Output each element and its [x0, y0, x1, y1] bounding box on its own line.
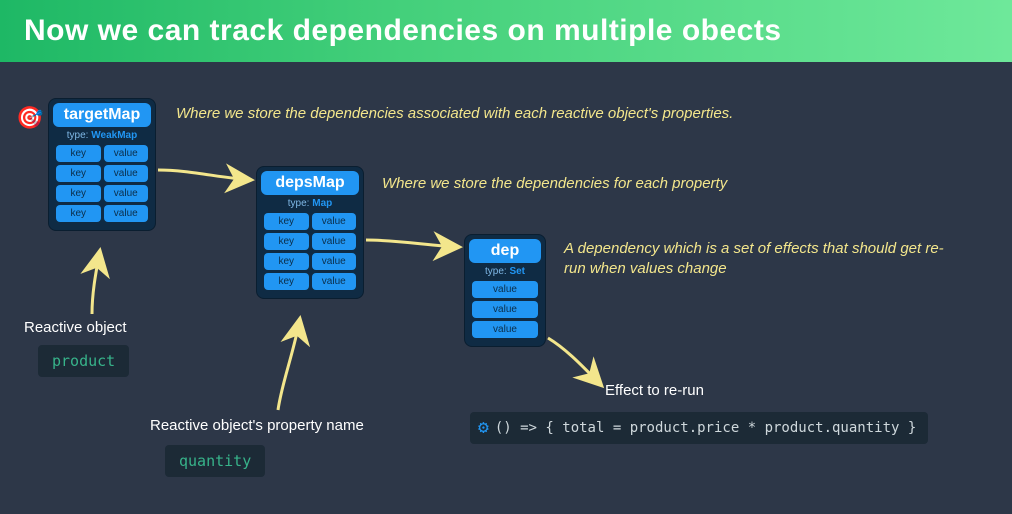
- dep-title: dep: [469, 239, 541, 263]
- depsmap-box: depsMap type: Map keyvalue keyvalue keyv…: [256, 166, 364, 299]
- dep-rows: value value value: [469, 281, 541, 338]
- diagram-canvas: 🎯 targetMap type: WeakMap keyvalue keyva…: [0, 62, 1012, 514]
- dep-type: type: Set: [469, 266, 541, 277]
- table-row: keyvalue: [264, 253, 356, 270]
- depsmap-title: depsMap: [261, 171, 359, 195]
- targetmap-desc: Where we store the dependencies associat…: [176, 104, 916, 124]
- targetmap-box: targetMap type: WeakMap keyvalue keyvalu…: [48, 98, 156, 231]
- targetmap-type: type: WeakMap: [53, 130, 151, 141]
- table-row: keyvalue: [56, 205, 148, 222]
- table-row: keyvalue: [264, 273, 356, 290]
- table-row: keyvalue: [264, 233, 356, 250]
- table-row: keyvalue: [264, 213, 356, 230]
- quantity-chip: quantity: [165, 445, 265, 477]
- depsmap-rows: keyvalue keyvalue keyvalue keyvalue: [261, 213, 359, 290]
- table-row: keyvalue: [56, 185, 148, 202]
- depsmap-type: type: Map: [261, 198, 359, 209]
- effect-label: Effect to re-run: [605, 382, 704, 399]
- table-row: value: [472, 281, 538, 298]
- target-icon: 🎯: [16, 105, 43, 131]
- dep-box: dep type: Set value value value: [464, 234, 546, 347]
- targetmap-rows: keyvalue keyvalue keyvalue keyvalue: [53, 145, 151, 222]
- targetmap-title: targetMap: [53, 103, 151, 127]
- depsmap-desc: Where we store the dependencies for each…: [382, 174, 922, 194]
- reactive-prop-label: Reactive object's property name: [150, 417, 364, 434]
- table-row: value: [472, 301, 538, 318]
- table-row: value: [472, 321, 538, 338]
- slide-header: Now we can track dependencies on multipl…: [0, 0, 1012, 62]
- product-chip: product: [38, 345, 129, 377]
- slide-title: Now we can track dependencies on multipl…: [24, 14, 782, 48]
- dep-desc: A dependency which is a set of effects t…: [564, 239, 964, 280]
- effect-code-text: () => { total = product.price * product.…: [495, 420, 916, 436]
- reactive-object-label: Reactive object: [24, 319, 127, 336]
- gear-icon: ⚙: [478, 419, 489, 437]
- table-row: keyvalue: [56, 145, 148, 162]
- effect-code: ⚙ () => { total = product.price * produc…: [470, 412, 928, 444]
- table-row: keyvalue: [56, 165, 148, 182]
